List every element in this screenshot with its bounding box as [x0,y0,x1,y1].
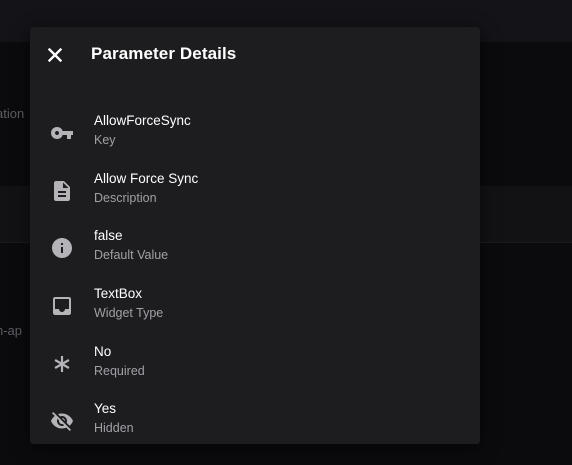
visibility-off-icon [51,412,73,431]
item-value: false [94,228,123,243]
dialog-header: Parameter Details [30,27,480,85]
description-icon [54,181,70,201]
close-button[interactable] [44,44,66,66]
item-label: Widget Type [94,306,164,320]
background-text-fragment: n-ap [0,323,23,338]
item-label: Description [94,191,157,205]
background-text-fragment: ation [0,106,25,121]
close-icon [47,47,63,63]
key-icon [51,127,73,139]
list-item-key: AllowForceSync Key [30,105,480,163]
item-label: Hidden [94,421,134,435]
item-value: Yes [94,401,117,416]
item-value: TextBox [94,286,143,301]
item-value: Allow Force Sync [94,171,199,186]
inbox-icon [53,297,71,315]
list-item-hidden: Yes Hidden [30,393,480,451]
item-value: AllowForceSync [94,113,191,128]
item-label: Default Value [94,248,169,262]
list-item-widget-type: TextBox Widget Type [30,278,480,336]
list-item-required: No Required [30,336,480,394]
dialog-title: Parameter Details [91,44,237,63]
list-item-description: Allow Force Sync Description [30,163,480,221]
asterisk-icon [54,356,70,372]
item-value: No [94,344,112,359]
list-item-default-value: false Default Value [30,220,480,278]
item-label: Key [94,133,116,147]
info-icon [52,238,72,258]
parameter-details-dialog: Parameter Details AllowForceSync Key All… [30,27,480,444]
item-label: Required [94,364,145,378]
